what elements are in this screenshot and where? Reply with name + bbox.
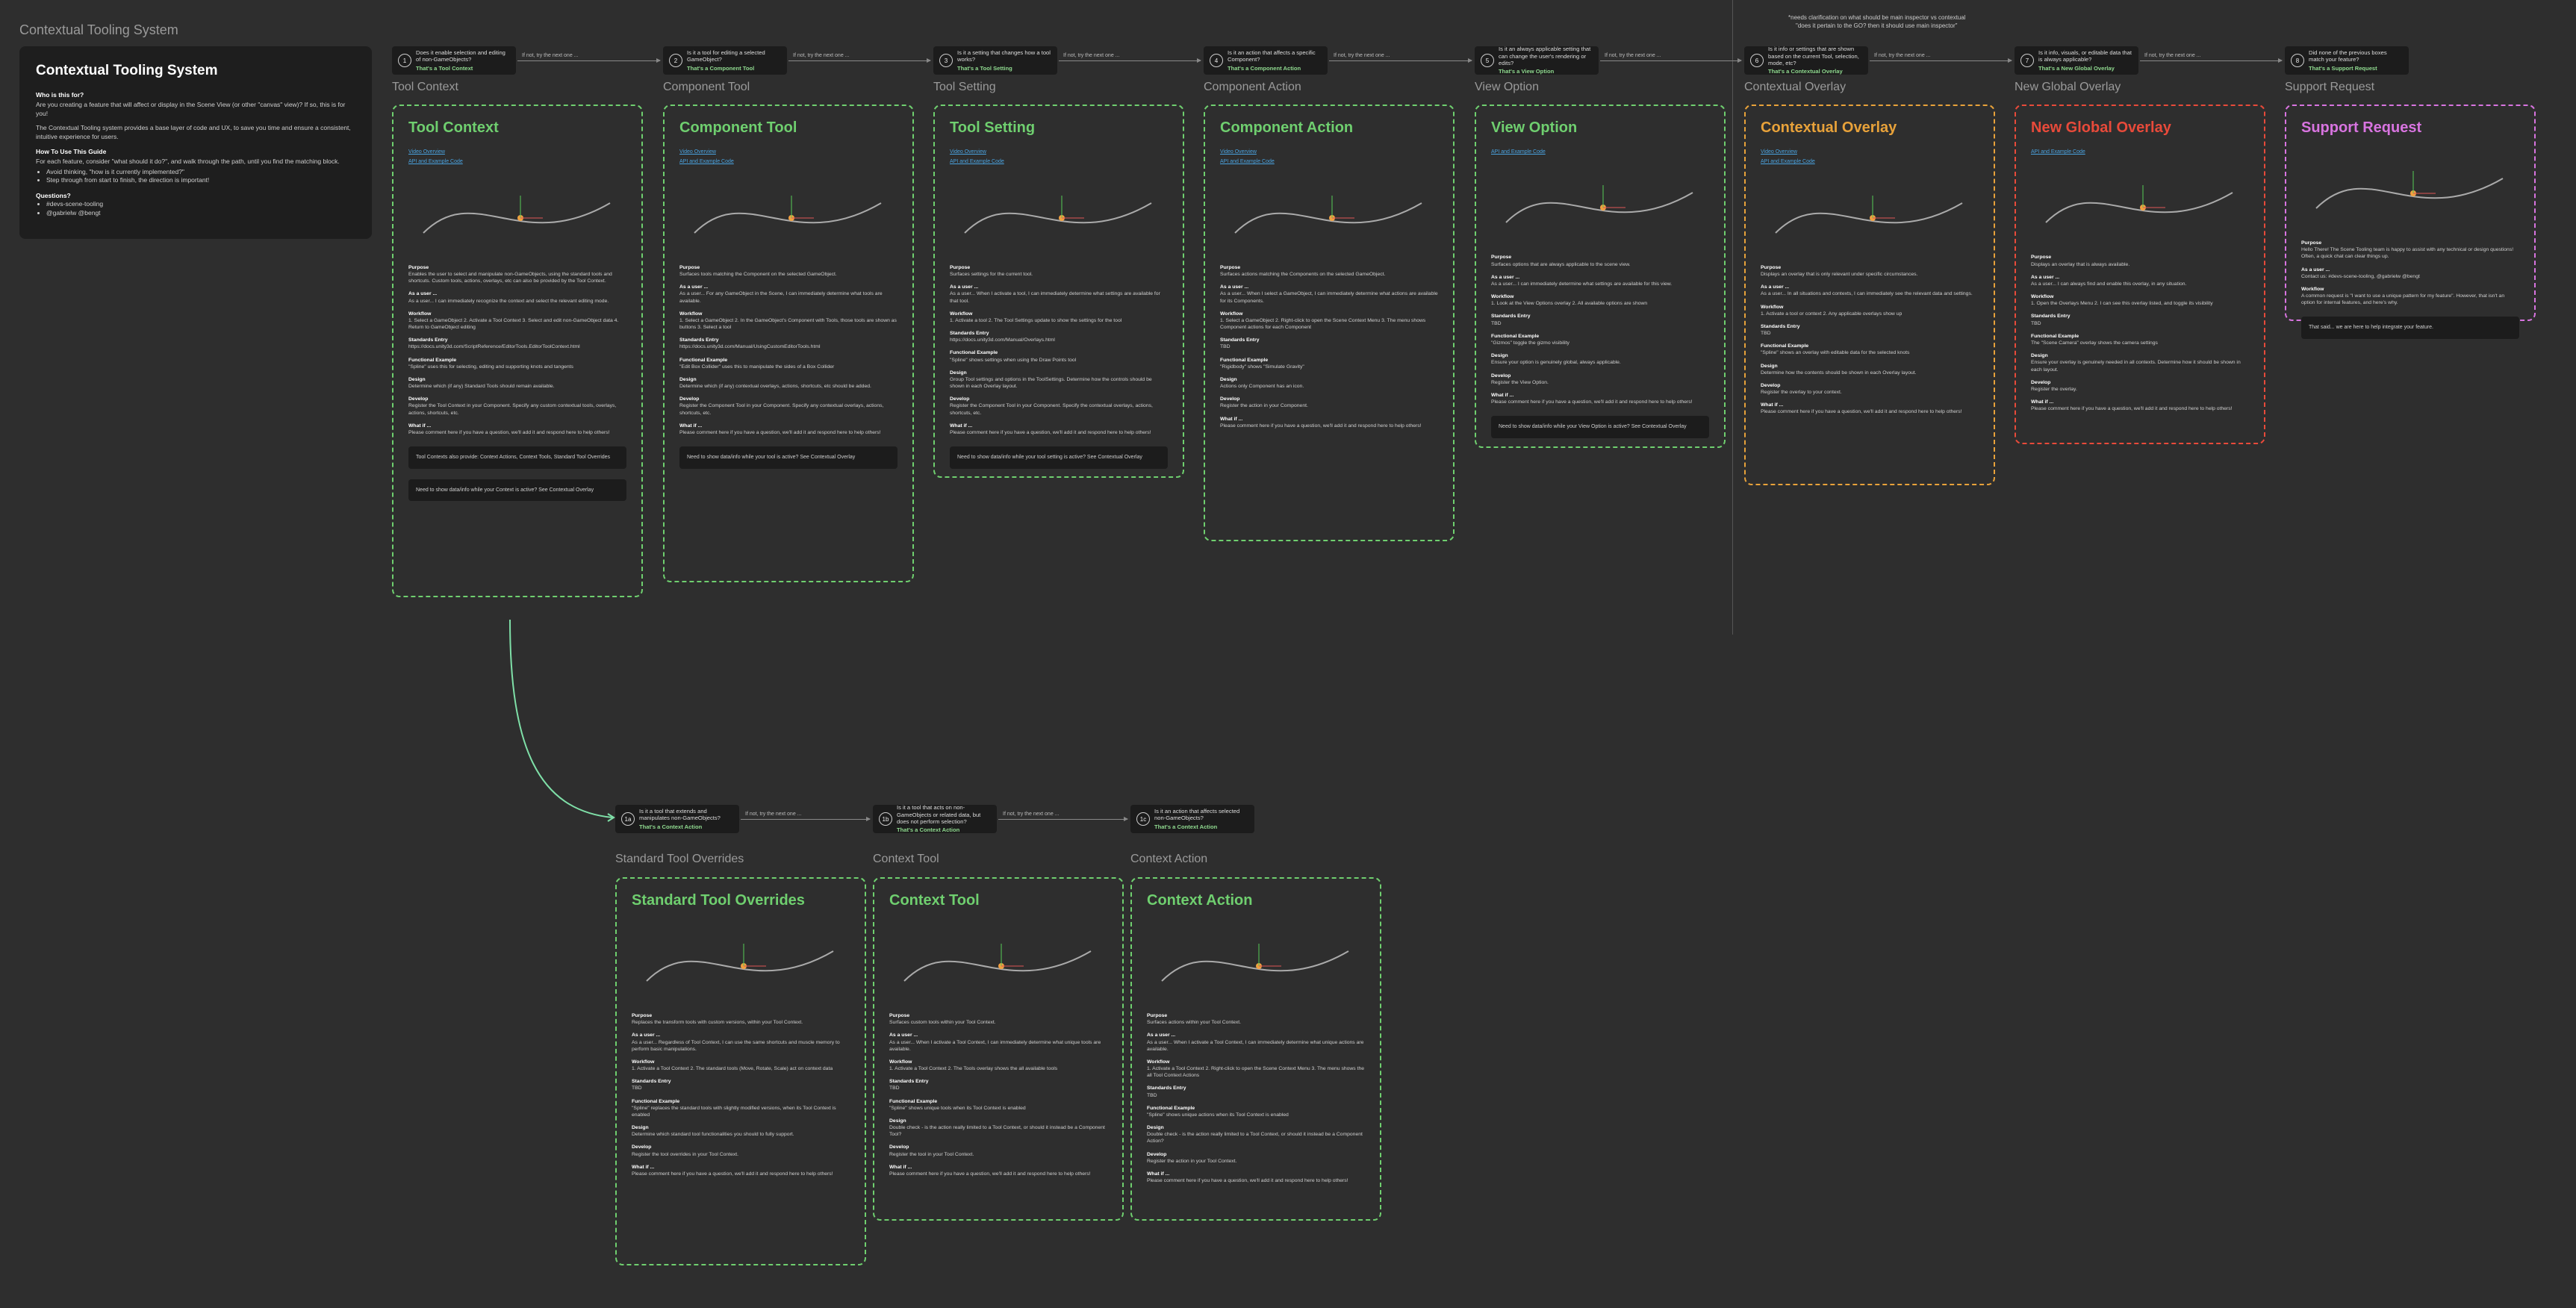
flow-connector-curve xyxy=(509,619,615,822)
